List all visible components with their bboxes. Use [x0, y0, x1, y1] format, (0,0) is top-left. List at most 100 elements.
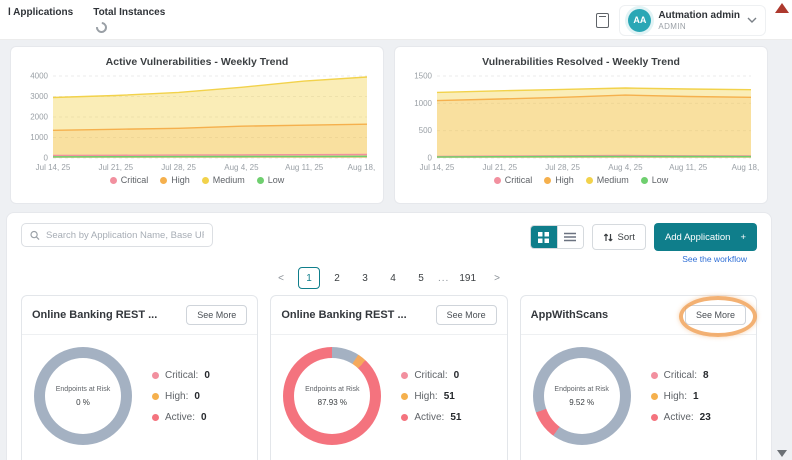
svg-text:Aug 18, 25: Aug 18, 25	[732, 163, 759, 172]
stat-label: High:	[664, 391, 687, 402]
grid-view-button[interactable]	[531, 226, 557, 248]
svg-text:Jul 28, 25: Jul 28, 25	[161, 163, 196, 172]
dashboard-screen: l Applications Total Instances AA Autmat…	[0, 0, 792, 460]
legend-item-critical: Critical	[494, 175, 533, 185]
sort-label: Sort	[618, 232, 635, 243]
svg-text:Aug 11, 25: Aug 11, 25	[285, 163, 324, 172]
high-dot-icon	[651, 393, 658, 400]
high-dot-icon	[152, 393, 159, 400]
scroll-up-arrow-icon[interactable]	[775, 3, 789, 13]
see-more-button[interactable]: See More	[186, 305, 247, 325]
legend-label: Medium	[597, 175, 629, 185]
stat-value: 1	[693, 391, 699, 402]
chart-card-vulnerabilities-resolved: Vulnerabilities Resolved - Weekly Trend …	[394, 46, 768, 204]
pagination-page-4[interactable]: 4	[382, 267, 404, 289]
stat-critical: Critical:8	[651, 370, 711, 381]
search-box[interactable]	[21, 223, 213, 247]
chart-legend: Critical High Medium Low	[110, 175, 285, 185]
chevron-down-icon[interactable]	[747, 17, 757, 24]
legend-label: Critical	[505, 175, 533, 185]
svg-text:0: 0	[44, 154, 49, 163]
search-icon	[30, 230, 40, 241]
stat-value: 0	[194, 391, 200, 402]
stat-critical: Critical: 0	[152, 370, 210, 381]
legend-dot-medium	[202, 177, 209, 184]
see-the-workflow-link[interactable]: See the workflow	[682, 254, 747, 264]
legend-item-high: High	[160, 175, 190, 185]
svg-text:1000: 1000	[30, 133, 48, 142]
svg-text:Aug 4, 25: Aug 4, 25	[608, 163, 643, 172]
user-menu[interactable]: AA Autmation admin ADMIN	[619, 5, 766, 36]
active-dot-icon	[152, 414, 159, 421]
active-dot-icon	[401, 414, 408, 421]
svg-text:1500: 1500	[414, 72, 432, 81]
pagination-next-button[interactable]: >	[486, 267, 508, 289]
see-more-button[interactable]: See More	[685, 305, 746, 325]
critical-dot-icon	[401, 372, 408, 379]
svg-text:500: 500	[419, 126, 433, 135]
stat-active: Active:23	[651, 412, 711, 423]
see-more-button[interactable]: See More	[436, 305, 497, 325]
svg-text:Jul 28, 25: Jul 28, 25	[545, 163, 580, 172]
user-role: ADMIN	[658, 22, 740, 31]
pagination-page-5[interactable]: 5	[410, 267, 432, 289]
svg-text:3000: 3000	[30, 92, 48, 101]
stat-active: Active:51	[401, 412, 461, 423]
plus-icon: +	[740, 232, 746, 243]
sort-button[interactable]: Sort	[592, 224, 646, 250]
donut-label: Endpoints at Risk	[305, 386, 359, 393]
search-input[interactable]	[46, 230, 204, 241]
legend-label: Medium	[213, 175, 245, 185]
pagination-page-1[interactable]: 1	[298, 267, 320, 289]
donut-label: Endpoints at Risk	[56, 386, 110, 393]
area-chart-resolved: 150010005000Jul 14, 25Jul 21, 25Jul 28, …	[403, 70, 759, 174]
scroll-down-arrow-icon[interactable]	[777, 450, 787, 457]
application-name: Online Banking REST ...	[281, 309, 406, 321]
metric-total-applications: l Applications	[8, 7, 73, 18]
stat-label: Active:	[414, 412, 444, 423]
svg-text:Jul 21, 25: Jul 21, 25	[482, 163, 517, 172]
legend-item-high: High	[544, 175, 574, 185]
loading-spinner-icon	[94, 20, 109, 35]
legend-item-critical: Critical	[110, 175, 149, 185]
area-chart-active: 40003000200010000Jul 14, 25Jul 21, 25Jul…	[19, 70, 375, 174]
application-card: Online Banking REST ... See More Endpoin…	[21, 295, 258, 460]
stat-value: 0	[204, 370, 210, 381]
pagination-page-191[interactable]: 191	[455, 267, 480, 289]
svg-text:Aug 11, 25: Aug 11, 25	[669, 163, 708, 172]
svg-text:Aug 18, 25: Aug 18, 25	[348, 163, 375, 172]
legend-dot-critical	[110, 177, 117, 184]
active-dot-icon	[651, 414, 658, 421]
stat-value: 23	[700, 412, 711, 423]
stat-value: 0	[201, 412, 207, 423]
chart-title: Active Vulnerabilities - Weekly Trend	[106, 56, 289, 68]
donut-percentage: 0 %	[76, 398, 90, 407]
pagination-prev-button[interactable]: <	[270, 267, 292, 289]
legend-dot-low	[257, 177, 264, 184]
legend-label: Low	[652, 175, 669, 185]
endpoints-donut: Endpoints at Risk 0 %	[34, 347, 132, 445]
scan-device-icon[interactable]	[596, 13, 609, 28]
list-view-button[interactable]	[557, 226, 583, 248]
svg-text:2000: 2000	[30, 113, 48, 122]
add-application-button[interactable]: Add Application +	[654, 223, 757, 251]
stat-label: High:	[165, 391, 188, 402]
header-user-area: AA Autmation admin ADMIN	[596, 4, 766, 36]
pagination-page-3[interactable]: 3	[354, 267, 376, 289]
legend-item-medium: Medium	[586, 175, 629, 185]
legend-dot-medium	[586, 177, 593, 184]
critical-dot-icon	[152, 372, 159, 379]
endpoints-donut: Endpoints at Risk 9.52 %	[533, 347, 631, 445]
add-application-label: Add Application	[665, 232, 731, 243]
stat-label: Critical:	[165, 370, 198, 381]
legend-dot-low	[641, 177, 648, 184]
stat-critical: Critical:0	[401, 370, 461, 381]
chart-card-active-vulnerabilities: Active Vulnerabilities - Weekly Trend 40…	[10, 46, 384, 204]
avatar[interactable]: AA	[628, 9, 651, 32]
pagination-page-2[interactable]: 2	[326, 267, 348, 289]
legend-label: High	[171, 175, 190, 185]
stat-high: High: 1	[651, 391, 711, 402]
svg-text:0: 0	[428, 154, 433, 163]
stat-high: High:51	[401, 391, 461, 402]
risk-stats: Critical:0 High:0 Active:0	[152, 370, 210, 423]
